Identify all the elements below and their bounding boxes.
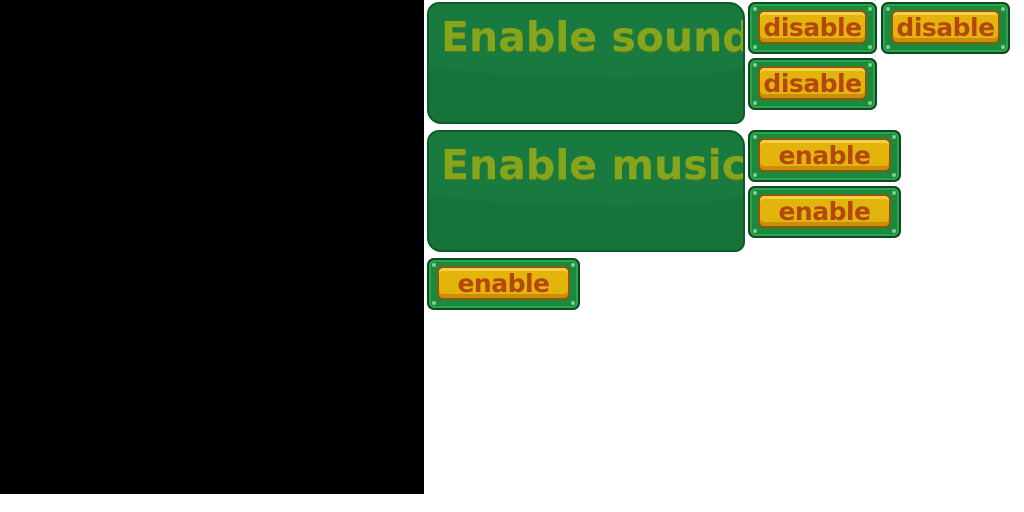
enable-button-label: enable <box>457 268 550 298</box>
enable-music-panel: Enable music? <box>427 130 745 252</box>
enable-button-label: enable <box>778 196 871 226</box>
sprite-sheet: Enable sound? Enable music? disable disa… <box>0 0 1024 512</box>
rivet-icon <box>432 263 436 267</box>
enable-button-hover[interactable]: enable <box>748 186 901 238</box>
rivet-icon <box>1001 7 1005 11</box>
button-face: enable <box>437 266 570 300</box>
rivet-icon <box>1001 45 1005 49</box>
button-face: disable <box>758 66 867 100</box>
enable-sound-panel: Enable sound? <box>427 2 745 124</box>
rivet-icon <box>753 173 757 177</box>
rivet-icon <box>753 229 757 233</box>
enable-sound-title: Enable sound? <box>441 13 745 61</box>
enable-button-pressed[interactable]: enable <box>427 258 580 310</box>
rivet-icon <box>432 301 436 305</box>
rivet-icon <box>892 229 896 233</box>
enable-button-label: enable <box>778 140 871 170</box>
disable-button-hover[interactable]: disable <box>881 2 1010 54</box>
rivet-icon <box>753 135 757 139</box>
disable-button-normal[interactable]: disable <box>748 2 877 54</box>
button-face: enable <box>758 138 891 172</box>
disable-button-label: disable <box>896 12 995 42</box>
enable-music-title: Enable music? <box>441 141 745 189</box>
rivet-icon <box>753 63 757 67</box>
rivet-icon <box>886 45 890 49</box>
button-face: enable <box>758 194 891 228</box>
rivet-icon <box>868 7 872 11</box>
rivet-icon <box>868 45 872 49</box>
button-face: disable <box>758 10 867 44</box>
rivet-icon <box>753 45 757 49</box>
rivet-icon <box>892 135 896 139</box>
rivet-icon <box>571 301 575 305</box>
rivet-icon <box>753 191 757 195</box>
rivet-icon <box>753 7 757 11</box>
button-face: disable <box>891 10 1000 44</box>
disable-button-label: disable <box>763 68 862 98</box>
rivet-icon <box>868 63 872 67</box>
disable-button-pressed[interactable]: disable <box>748 58 877 110</box>
rivet-icon <box>571 263 575 267</box>
rivet-icon <box>753 101 757 105</box>
disable-button-label: disable <box>763 12 862 42</box>
rivet-icon <box>868 101 872 105</box>
rivet-icon <box>892 173 896 177</box>
enable-button-normal[interactable]: enable <box>748 130 901 182</box>
empty-black-region <box>0 0 424 494</box>
rivet-icon <box>886 7 890 11</box>
rivet-icon <box>892 191 896 195</box>
